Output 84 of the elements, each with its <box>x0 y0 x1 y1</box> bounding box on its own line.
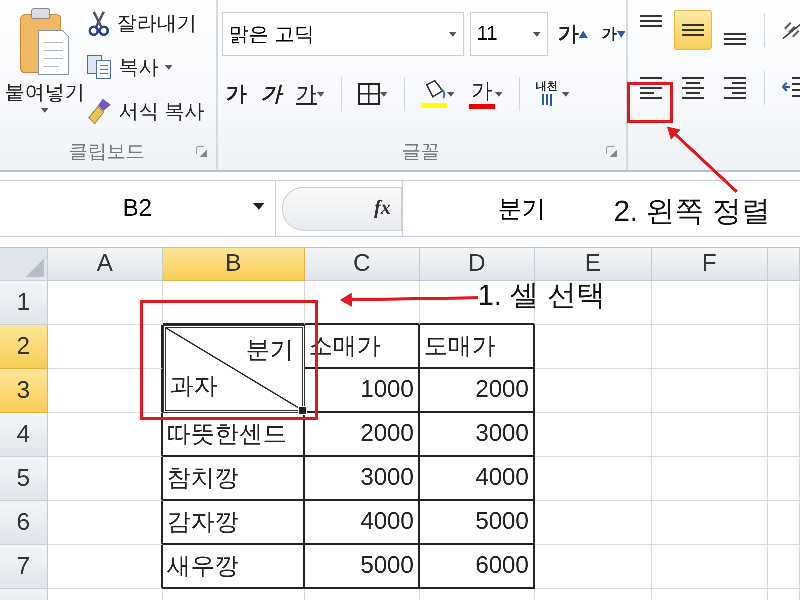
row-header[interactable]: 6 <box>0 501 48 545</box>
row-header[interactable]: 4 <box>0 413 48 457</box>
align-middle-icon <box>680 24 706 36</box>
caret-icon <box>317 92 325 96</box>
paint-bucket-icon <box>421 79 447 109</box>
down-triangle-icon <box>617 30 626 38</box>
dialog-launcher-icon[interactable] <box>196 146 208 158</box>
caret-icon <box>562 92 570 96</box>
table-cell: 4000 <box>305 501 420 545</box>
column-header[interactable]: E <box>535 248 652 281</box>
annotation-text: 1. 셀 선택 <box>478 279 606 314</box>
row-header[interactable]: 2 <box>0 325 48 369</box>
table-cell: 3000 <box>420 413 535 457</box>
cell-text: 분기 <box>246 336 294 366</box>
scissors-icon <box>87 10 111 36</box>
strokes-icon <box>540 92 554 106</box>
highlight-frame <box>627 82 673 123</box>
cell-text: 과자 <box>170 372 218 402</box>
up-triangle-icon <box>579 30 588 38</box>
row-header[interactable]: 5 <box>0 457 48 501</box>
table-cell: 5000 <box>305 545 420 589</box>
row-header[interactable]: 7 <box>0 545 48 589</box>
column-header[interactable]: A <box>48 248 163 281</box>
caret-icon <box>253 203 265 210</box>
caret-icon <box>495 92 503 97</box>
brush-icon <box>87 97 113 125</box>
row-header[interactable]: 3 <box>0 369 48 413</box>
cut-button[interactable]: 잘라내기 <box>86 8 206 38</box>
underline-button[interactable]: 가 <box>292 76 329 112</box>
shrink-font-button[interactable]: 가 <box>598 16 630 52</box>
caret-icon <box>533 32 541 36</box>
format-painter-button[interactable]: 서식 복사 <box>86 96 206 126</box>
table-cell: 3000 <box>305 457 420 501</box>
copy-button[interactable]: 복사 <box>86 52 206 82</box>
table-cell: 2000 <box>305 413 420 457</box>
fill-handle[interactable] <box>298 406 307 415</box>
group-label: 글꼴 <box>402 141 440 165</box>
grow-font-button[interactable]: 가 <box>554 16 592 52</box>
bold-button[interactable]: 가 <box>222 76 251 112</box>
table-cell: 감자깡 <box>163 501 305 545</box>
phonetic-guide-button[interactable]: 내천 <box>532 76 574 112</box>
align-bottom-icon <box>722 32 748 45</box>
table-cell: 1000 <box>305 369 420 413</box>
insert-function-button[interactable]: fx <box>374 197 391 220</box>
column-header[interactable]: C <box>305 248 420 281</box>
row-header[interactable]: 1 <box>0 281 48 325</box>
dialog-launcher-icon[interactable] <box>606 146 618 158</box>
column-header[interactable]: F <box>652 248 768 281</box>
table-cell: 5000 <box>420 501 535 545</box>
column-header[interactable] <box>768 248 800 281</box>
clipboard-icon <box>19 7 71 77</box>
table-cell: 6000 <box>420 545 535 589</box>
triangle-icon <box>26 259 44 277</box>
caret-icon <box>447 92 455 96</box>
paste-button[interactable]: 붙여넣기 <box>4 4 86 134</box>
italic-button[interactable]: 가 <box>257 76 286 112</box>
documents-icon <box>87 54 113 80</box>
column-header[interactable]: D <box>420 248 535 281</box>
group-label: 클립보드 <box>69 141 145 165</box>
column-header[interactable]: B <box>163 248 305 281</box>
align-top-icon <box>638 15 664 28</box>
align-right-icon <box>722 76 748 100</box>
selected-cell[interactable]: 분기 과자 <box>163 325 305 413</box>
caret-icon <box>165 64 173 70</box>
select-all-button[interactable] <box>0 248 48 281</box>
align-middle-button[interactable] <box>674 10 712 50</box>
font-color-button[interactable]: 가 <box>465 76 507 112</box>
annotation-text: 2. 왼쪽 정렬 <box>614 195 770 230</box>
align-left-icon <box>638 76 664 100</box>
caret-icon <box>449 32 457 36</box>
table-cell: 4000 <box>420 457 535 501</box>
caret-icon <box>41 108 49 113</box>
grid-icon <box>358 83 380 105</box>
font-size-dropdown[interactable]: 11 <box>470 12 548 56</box>
font-name-dropdown[interactable]: 맑은 고딕 <box>222 12 464 56</box>
table-cell: 따뜻한센드 <box>163 413 305 457</box>
table-cell: 2000 <box>420 369 535 413</box>
table-cell: 참치깡 <box>163 457 305 501</box>
table-cell: 새우깡 <box>163 545 305 589</box>
align-center-icon <box>680 76 706 100</box>
caret-icon <box>380 92 388 96</box>
arrow <box>667 126 738 194</box>
table-cell: 도매가 <box>420 325 535 369</box>
name-box[interactable]: B2 <box>0 181 276 236</box>
